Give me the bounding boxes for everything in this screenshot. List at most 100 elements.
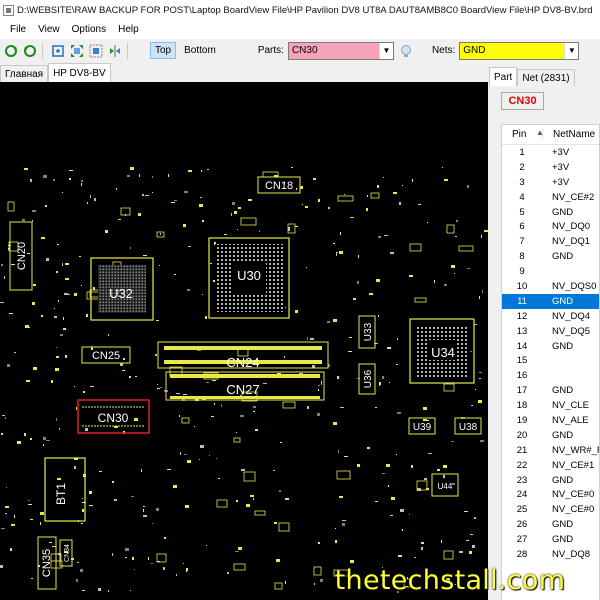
toolbar: Top Bottom Parts: CN30 ▼ Nets: GND ▼ [0,39,600,62]
menu-help[interactable]: Help [112,24,145,35]
component-u36[interactable]: U36 [358,363,376,395]
zoom-area-icon[interactable] [88,43,104,59]
tab-home[interactable]: Главная [0,65,49,82]
board-via [30,438,32,440]
board-via [318,199,320,202]
component-u38[interactable]: U38 [454,417,482,435]
table-row[interactable]: 9 [502,264,599,279]
table-row[interactable]: 25 NV_CE#0 [502,502,599,517]
table-row[interactable]: 12 NV_DQ4 [502,309,599,324]
board-via [418,204,421,205]
nets-combobox[interactable]: GND ▼ [459,41,580,60]
table-row[interactable]: 7 NV_DQ1 [502,234,599,249]
board-via [122,370,125,371]
component-u39[interactable]: U39 [408,417,436,435]
parts-combobox[interactable]: CN30 ▼ [287,41,394,60]
tab-board-file[interactable]: HP DV8-BV [48,63,111,82]
chevron-down-icon[interactable]: ▼ [564,42,579,59]
top-side-toggle[interactable]: Top [150,42,177,59]
table-row[interactable]: 5 GND [502,205,599,220]
mirror-icon[interactable] [107,43,123,59]
small-component [409,243,422,252]
pin-number: 5 [519,206,525,218]
zoom-icon[interactable] [50,43,66,59]
component-cn24[interactable]: CN24 [157,341,329,370]
board-via [437,469,440,471]
component-cn35[interactable]: CN35 [37,536,57,590]
board-via [367,195,368,197]
parts-value[interactable]: CN30 [289,43,379,59]
table-row[interactable]: 11 GND [502,293,599,309]
board-via [28,327,30,328]
column-netname[interactable]: NetName [542,129,599,140]
component-cn25[interactable]: CN25 [81,346,131,364]
board-via [400,509,404,512]
table-row[interactable]: 27 GND [502,532,599,547]
table-row[interactable]: 18 NV_CLE [502,398,599,413]
table-row[interactable]: 16 [502,368,599,383]
menu-file[interactable]: File [4,24,32,35]
board-canvas[interactable]: U30 U32 U34 CN18 CN20 CN25 CN24 CN27 U33… [0,82,488,600]
component-u30[interactable]: U30 [208,237,290,319]
component-bt1[interactable]: BT1 [44,457,86,522]
refresh-icon[interactable] [3,43,19,59]
table-row[interactable]: 4 NV_CE#2 [502,190,599,205]
chevron-down-icon[interactable]: ▼ [378,42,393,59]
menu-view[interactable]: View [32,24,66,35]
table-row[interactable]: 3 +3V [502,175,599,190]
table-row[interactable]: 19 NV_ALE [502,413,599,428]
table-row[interactable]: 10 NV_DQS0 [502,279,599,294]
board-via [369,293,373,295]
board-via [200,197,202,198]
component-u33[interactable]: U33 [358,315,376,349]
board-via [171,202,175,203]
bottom-side-toggle[interactable]: Bottom [180,42,220,59]
table-row[interactable]: 26 GND [502,517,599,532]
component-cn30[interactable]: CN30 [77,399,150,434]
board-via [33,367,37,370]
tab-part[interactable]: Part [489,67,518,86]
table-row[interactable]: 15 [502,353,599,368]
table-row[interactable]: 14 GND [502,339,599,354]
board-via [49,542,52,543]
table-row[interactable]: 20 GND [502,428,599,443]
menu-options[interactable]: Options [66,24,112,35]
table-row[interactable]: 17 GND [502,383,599,398]
board-via [421,547,423,550]
board-via [444,179,448,181]
board-via [335,528,336,529]
table-row[interactable]: 8 GND [502,249,599,264]
component-cn27[interactable]: CN27 [165,371,325,401]
tab-net[interactable]: Net (2831) [517,69,575,86]
table-row[interactable]: 13 NV_DQ5 [502,324,599,339]
table-row[interactable]: 24 NV_CE#0 [502,487,599,502]
component-cn18[interactable]: CN18 [257,176,301,194]
board-via [55,368,59,371]
table-row[interactable]: 6 NV_DQ0 [502,219,599,234]
search-icon[interactable] [398,43,414,59]
table-row[interactable]: 1 +3V [502,145,599,160]
board-via [56,347,57,348]
component-cn20[interactable]: CN20 [9,221,33,291]
table-row[interactable]: 22 NV_CE#1 [502,458,599,473]
pin-number: 7 [519,236,525,248]
fit-icon[interactable] [69,43,85,59]
component-u32[interactable]: U32 [90,257,154,321]
board-via [414,557,416,558]
table-row[interactable]: 23 GND [502,473,599,488]
board-svg[interactable]: U30 U32 U34 CN18 CN20 CN25 CN24 CN27 U33… [0,82,488,600]
component-u34[interactable]: U34 [409,318,475,384]
column-pin[interactable]: Pin ▲ [502,128,544,140]
rotate-icon[interactable] [22,43,38,59]
board-via [65,263,69,265]
board-via [87,202,88,204]
pin-table[interactable]: Pin ▲ NetName 1 +3V 2 +3V 3 +3V 4 NV_CE#2 5 GND 6 NV… [501,124,600,600]
toolbar-separator [127,42,128,59]
nets-value[interactable]: GND [460,43,564,59]
board-via [185,505,189,508]
pin-netname: GND [552,206,574,218]
table-row[interactable]: 21 NV_WR#_R [502,443,599,458]
table-row[interactable]: 2 +3V [502,160,599,175]
board-via [89,491,92,494]
board-via [139,174,140,177]
